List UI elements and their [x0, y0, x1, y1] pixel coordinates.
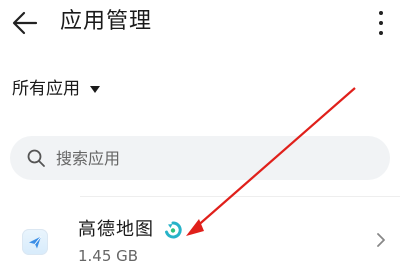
back-button[interactable]: [6, 4, 46, 44]
more-vertical-icon-dot: [379, 31, 383, 35]
caret-down-icon: [90, 85, 100, 93]
more-options-button[interactable]: [370, 8, 392, 38]
search-bar[interactable]: [10, 136, 390, 180]
app-list-item[interactable]: 高德地图 1.45 GB: [0, 197, 400, 276]
chevron-right-icon: [377, 233, 385, 247]
app-name: 高德地图: [78, 219, 154, 240]
app-icon: [22, 229, 48, 255]
search-input[interactable]: [54, 147, 358, 169]
app-badge-icon: [165, 221, 182, 239]
app-filter-dropdown[interactable]: 所有应用: [12, 76, 100, 102]
app-size: 1.45 GB: [78, 247, 139, 265]
page-title: 应用管理: [60, 9, 153, 34]
send-icon: [29, 236, 42, 249]
more-vertical-icon-dot: [379, 21, 383, 25]
more-vertical-icon-dot: [379, 11, 383, 15]
arrow-left-icon: [12, 11, 38, 35]
filter-label: 所有应用: [12, 79, 80, 99]
search-icon: [27, 149, 45, 167]
